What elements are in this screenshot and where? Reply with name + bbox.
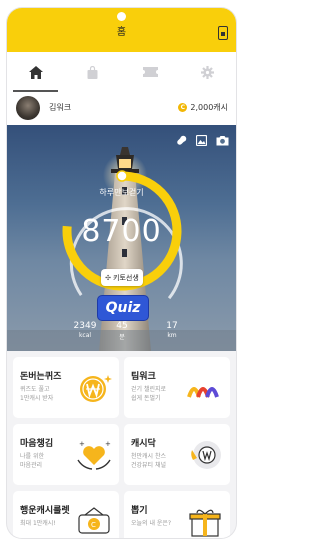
card-lucky-roulette[interactable]: 행운캐시룰렛 최대 1만캐시! C — [13, 491, 119, 538]
distance-stat: 17 km — [152, 321, 192, 339]
card-title: 뽑기 — [131, 506, 148, 516]
gear-icon — [200, 65, 214, 79]
pill-icon[interactable] — [176, 135, 187, 146]
card-title: 돈버는퀴즈 — [20, 372, 62, 382]
top-app-bar: 홈 — [7, 8, 236, 52]
card-subtitle: 마음관리 — [20, 462, 43, 469]
cash-balance[interactable]: C 2,000캐시 — [178, 102, 228, 113]
calories-unit: kcal — [78, 332, 92, 339]
page-title: 홈 — [116, 26, 127, 38]
svg-text:+: + — [79, 440, 85, 448]
card-teamwalk[interactable]: 팀워크 걷기 챌린지로 쉽게 돈벌기 — [124, 357, 230, 418]
step-counter-hero: 하루만보걷기 8700 ✣ 키토선생 Quiz 2349 kcal 45 분 1… — [7, 125, 236, 351]
step-count: 8700 — [81, 214, 162, 249]
card-draw[interactable]: 뽑기 오늘의 내 운은? — [124, 491, 230, 538]
card-money-quiz[interactable]: 돈버는퀴즈 퀴즈도 풀고 1만캐시 받자 — [13, 357, 119, 418]
card-subtitle: 1만캐시 받자 — [20, 395, 54, 402]
cash-coin-icon: C — [178, 103, 188, 112]
keto-button[interactable]: ✣ 키토선생 — [101, 269, 143, 286]
username: 김워크 — [49, 103, 72, 112]
card-title: 행운캐시룰렛 — [20, 506, 70, 516]
won-coin-icon — [80, 375, 112, 402]
card-cashdoc[interactable]: 캐시닥 천만캐시 찬스 건강뷰티 채널 — [124, 424, 230, 485]
calories-stat: 2349 kcal — [65, 321, 105, 339]
card-title: 팀워크 — [131, 372, 156, 382]
card-title: 마음챙김 — [20, 439, 54, 449]
svg-text:+: + — [105, 440, 111, 448]
image-icon[interactable] — [196, 135, 207, 146]
calories-value: 2349 — [73, 321, 97, 331]
card-subtitle: 오늘의 내 운은? — [131, 520, 172, 527]
card-subtitle: 퀴즈도 풀고 — [20, 386, 50, 393]
card-mindfulness[interactable]: 마음챙김 나를 위한 마음관리 + + — [13, 424, 119, 485]
hero-actions — [176, 135, 229, 146]
tab-coupon[interactable] — [122, 52, 179, 92]
pedometer-icon[interactable] — [218, 26, 228, 40]
avatar[interactable] — [16, 96, 40, 120]
minutes-unit: 분 — [119, 334, 125, 341]
distance-value: 17 — [166, 321, 178, 331]
profile-bar: 김워크 C 2,000캐시 — [7, 92, 236, 125]
shopping-bag-icon — [87, 65, 98, 79]
tab-shop[interactable] — [64, 52, 121, 92]
card-subtitle: 건강뷰티 채널 — [131, 462, 167, 469]
colorful-arches-icon — [187, 387, 219, 398]
gift-box-icon — [189, 509, 221, 537]
roulette-coin-icon: C — [78, 507, 110, 534]
keto-label: 키토선생 — [113, 273, 139, 282]
distance-unit: km — [167, 332, 177, 339]
sparkle-icon: ✣ — [105, 273, 112, 282]
daily-goal-label: 하루만보걷기 — [99, 188, 144, 197]
card-subtitle: 최대 1만캐시! — [20, 520, 56, 527]
card-subtitle: 천만캐시 찬스 — [131, 453, 167, 460]
tab-bar — [7, 52, 236, 93]
camera-notch — [117, 12, 126, 21]
card-subtitle: 나를 위한 — [20, 453, 44, 460]
minutes-value: 45 — [116, 321, 128, 331]
cash-amount: 2,000캐시 — [190, 103, 228, 112]
quiz-button[interactable]: Quiz — [97, 295, 149, 321]
ticket-icon — [142, 67, 158, 77]
camera-icon[interactable] — [216, 135, 229, 146]
card-title: 캐시닥 — [131, 439, 156, 449]
won-coin-plate-icon — [191, 441, 221, 469]
tab-settings[interactable] — [179, 52, 236, 92]
home-icon — [28, 65, 43, 79]
heart-hands-icon: + + — [77, 440, 111, 470]
minutes-stat: 45 분 — [102, 321, 142, 341]
tab-home[interactable] — [7, 52, 64, 92]
step-progress-knob — [116, 170, 128, 182]
app-screen: 홈 김워크 C 2,000캐시 하루만보걷기 8700 ✣ 키토선생 Quiz … — [7, 8, 236, 538]
card-subtitle: 쉽게 돈벌기 — [131, 395, 161, 402]
svg-text:C: C — [91, 521, 96, 529]
card-subtitle: 걷기 챌린지로 — [131, 386, 167, 393]
